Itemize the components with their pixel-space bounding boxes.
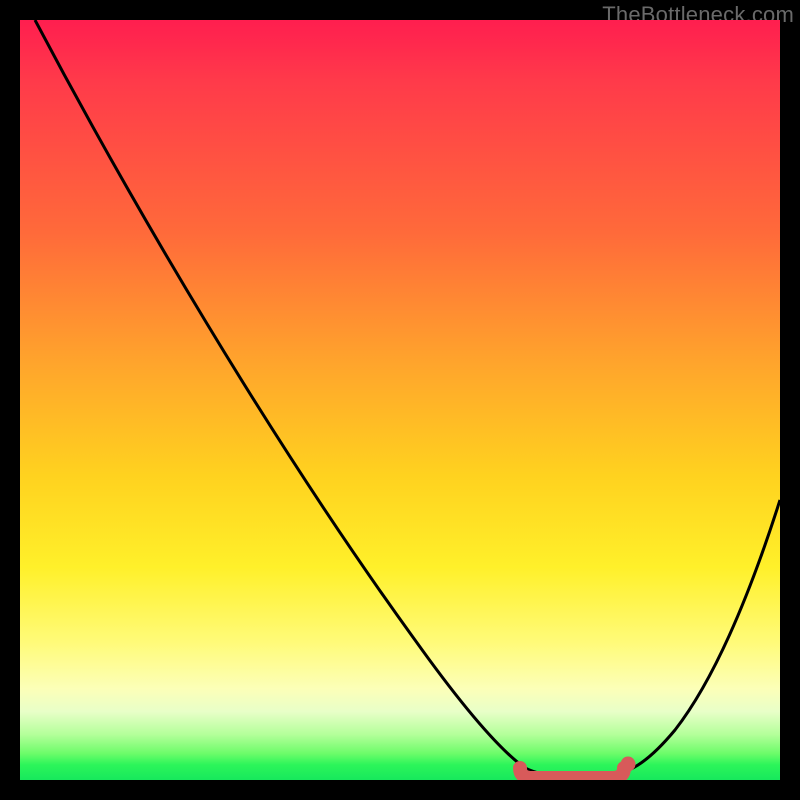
plot-area bbox=[20, 20, 780, 780]
chart-stage: TheBottleneck.com bbox=[0, 0, 800, 800]
curve-layer bbox=[20, 20, 780, 780]
optimal-zone-marker bbox=[520, 757, 635, 778]
bottleneck-curve bbox=[35, 20, 780, 778]
